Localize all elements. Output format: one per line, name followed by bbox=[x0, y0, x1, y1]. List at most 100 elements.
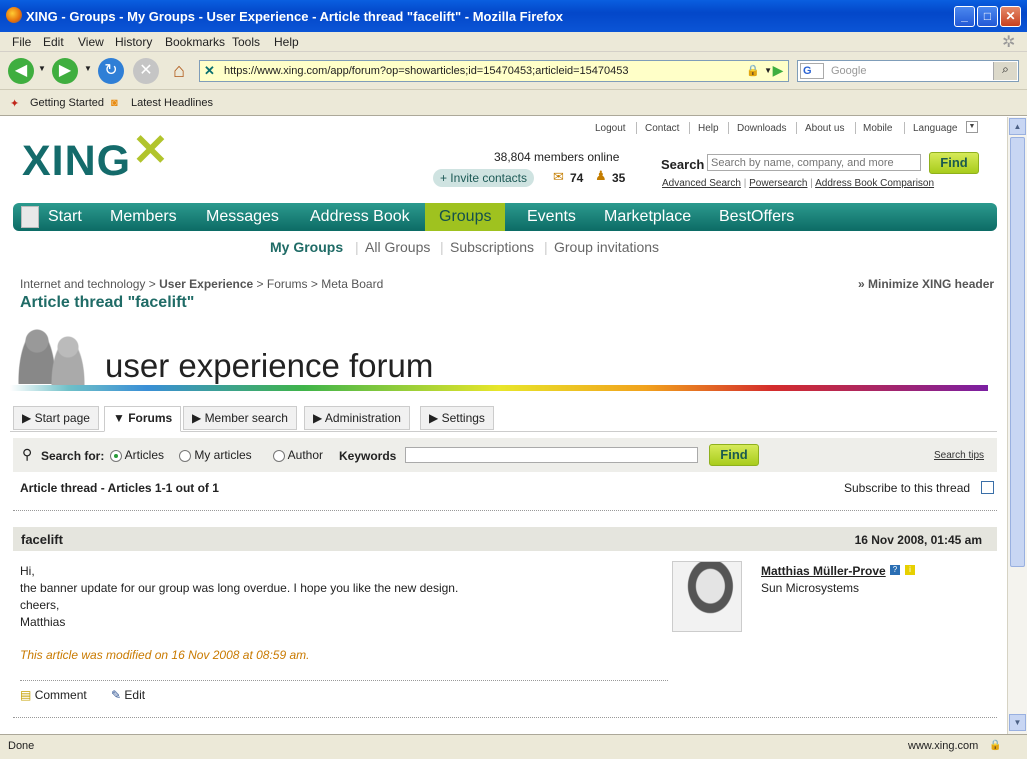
stop-button[interactable]: ✕ bbox=[133, 58, 159, 84]
nav-bestoffers[interactable]: BestOffers bbox=[719, 208, 794, 226]
forum-find-button[interactable]: Find bbox=[709, 444, 759, 466]
nav-messages[interactable]: Messages bbox=[206, 208, 279, 226]
search-option-author[interactable]: Author bbox=[273, 448, 323, 462]
menu-view[interactable]: View bbox=[78, 35, 104, 49]
back-button[interactable]: ◀ bbox=[8, 58, 34, 84]
menu-bookmarks[interactable]: Bookmarks bbox=[165, 35, 225, 49]
user-avatar[interactable] bbox=[21, 206, 39, 228]
members-online: 38,804 members online bbox=[494, 150, 620, 164]
article-header: facelift 16 Nov 2008, 01:45 am bbox=[13, 527, 997, 551]
minimize-button[interactable]: _ bbox=[954, 6, 975, 27]
back-history-dropdown-icon[interactable]: ▼ bbox=[38, 64, 46, 73]
language-dropdown-icon[interactable]: ▼ bbox=[966, 121, 978, 133]
article-line: cheers, bbox=[20, 598, 60, 612]
messages-icon[interactable]: ✉ bbox=[553, 169, 564, 185]
keywords-label: Keywords bbox=[339, 449, 397, 463]
author-radio[interactable] bbox=[273, 449, 285, 462]
xing-logo[interactable]: XING ✕ bbox=[22, 126, 169, 186]
invite-contacts-button[interactable]: + Invite contacts bbox=[433, 169, 534, 187]
vertical-scrollbar[interactable]: ▲ ▼ bbox=[1007, 117, 1027, 734]
site-favicon-icon: ✕ bbox=[204, 63, 215, 78]
forum-search-bar: ⚲ Search for: Articles My articles Autho… bbox=[13, 438, 997, 472]
breadcrumb-forums[interactable]: Forums bbox=[267, 277, 308, 291]
tab-forums[interactable]: ▼ Forums bbox=[104, 406, 182, 432]
subnav-group-invitations[interactable]: Group invitations bbox=[554, 239, 659, 255]
downloads-link[interactable]: Downloads bbox=[737, 123, 786, 134]
tab-administration[interactable]: ▶ Administration bbox=[304, 406, 410, 430]
search-icon[interactable]: ⌕ bbox=[993, 62, 1017, 80]
rss-feed-icon: ◙ bbox=[111, 97, 118, 109]
go-button[interactable]: ▶ bbox=[767, 62, 789, 81]
author-avatar[interactable] bbox=[672, 561, 742, 632]
article-date: 16 Nov 2008, 01:45 am bbox=[854, 533, 982, 547]
powersearch-link[interactable]: Powersearch bbox=[749, 178, 807, 189]
close-button[interactable]: ✕ bbox=[1000, 6, 1021, 27]
scroll-thumb[interactable] bbox=[1010, 137, 1025, 567]
keywords-input[interactable] bbox=[405, 447, 698, 463]
search-option-my-articles[interactable]: My articles bbox=[179, 448, 252, 462]
browser-search-box[interactable]: G Google ⌕ bbox=[797, 60, 1019, 82]
nav-start[interactable]: Start bbox=[48, 208, 82, 226]
breadcrumb-user-experience[interactable]: User Experience bbox=[159, 277, 253, 291]
nav-address-book[interactable]: Address Book bbox=[310, 208, 410, 226]
about-us-link[interactable]: About us bbox=[805, 123, 844, 134]
minimize-header-link[interactable]: » Minimize XING header bbox=[858, 277, 994, 291]
breadcrumb-internet-and-technology[interactable]: Internet and technology bbox=[20, 277, 145, 291]
contact-requests-count[interactable]: 35 bbox=[612, 171, 625, 185]
contact-requests-icon[interactable]: ♟ bbox=[595, 168, 607, 184]
subnav-my-groups[interactable]: My Groups bbox=[270, 239, 343, 255]
search-links: Advanced Search | Powersearch | Address … bbox=[662, 178, 935, 189]
search-tips-link[interactable]: Search tips bbox=[934, 450, 984, 461]
advanced-search-link[interactable]: Advanced Search bbox=[662, 178, 741, 189]
tab-settings[interactable]: ▶ Settings bbox=[420, 406, 494, 430]
messages-count[interactable]: 74 bbox=[570, 171, 583, 185]
help-link[interactable]: Help bbox=[698, 123, 719, 134]
reload-button[interactable]: ↻ bbox=[98, 58, 124, 84]
maximize-button[interactable]: □ bbox=[977, 6, 998, 27]
logout-link[interactable]: Logout bbox=[595, 123, 626, 134]
article-body: Hi, the banner update for our group was … bbox=[20, 563, 458, 631]
article-line: Matthias bbox=[20, 615, 66, 629]
comment-action[interactable]: ▤ Comment bbox=[20, 688, 87, 702]
subnav-all-groups[interactable]: All Groups bbox=[365, 239, 430, 255]
subnav-subscriptions[interactable]: Subscriptions bbox=[450, 239, 534, 255]
home-button[interactable]: ⌂ bbox=[166, 58, 192, 84]
menu-help[interactable]: Help bbox=[274, 35, 299, 49]
bookmark-getting-started[interactable]: Getting Started bbox=[30, 97, 104, 109]
search-option-articles[interactable]: Articles bbox=[110, 448, 164, 462]
tab-member-search[interactable]: ▶ Member search bbox=[183, 406, 297, 430]
menu-tools[interactable]: Tools bbox=[232, 35, 260, 49]
window-title: XING - Groups - My Groups - User Experie… bbox=[26, 9, 564, 24]
subscribe-checkbox[interactable] bbox=[981, 481, 994, 494]
forward-button[interactable]: ▶ bbox=[52, 58, 78, 84]
mobile-link[interactable]: Mobile bbox=[863, 123, 892, 134]
tab-administration-label: Administration bbox=[324, 411, 401, 425]
language-link[interactable]: Language bbox=[913, 123, 958, 134]
nav-groups[interactable]: Groups bbox=[425, 203, 506, 231]
nav-events[interactable]: Events bbox=[527, 208, 576, 226]
breadcrumb-meta-board[interactable]: Meta Board bbox=[321, 277, 383, 291]
menu-history[interactable]: History bbox=[115, 35, 152, 49]
menu-edit[interactable]: Edit bbox=[43, 35, 64, 49]
scroll-up-arrow-icon[interactable]: ▲ bbox=[1009, 118, 1026, 135]
nav-members[interactable]: Members bbox=[110, 208, 177, 226]
article-title: facelift bbox=[21, 532, 63, 547]
header-find-button[interactable]: Find bbox=[929, 152, 979, 174]
my-articles-radio[interactable] bbox=[179, 449, 191, 462]
address-bar[interactable]: ✕ https://www.xing.com/app/forum?op=show… bbox=[199, 60, 789, 82]
articles-radio[interactable] bbox=[110, 449, 122, 462]
getting-started-icon: ✦ bbox=[10, 98, 20, 110]
author-name-link[interactable]: Matthias Müller-Prove bbox=[761, 564, 886, 578]
menu-file[interactable]: File bbox=[12, 35, 31, 49]
header-search-input[interactable] bbox=[707, 154, 921, 171]
contact-link[interactable]: Contact bbox=[645, 123, 679, 134]
scroll-down-arrow-icon[interactable]: ▼ bbox=[1009, 714, 1026, 731]
bookmark-latest-headlines[interactable]: Latest Headlines bbox=[131, 97, 213, 109]
nav-marketplace[interactable]: Marketplace bbox=[604, 208, 691, 226]
firefox-icon bbox=[6, 7, 22, 23]
forward-history-dropdown-icon[interactable]: ▼ bbox=[84, 64, 92, 73]
address-book-comparison-link[interactable]: Address Book Comparison bbox=[815, 178, 934, 189]
edit-action[interactable]: ✎ Edit bbox=[111, 688, 145, 702]
tab-start-page[interactable]: ▶ Start page bbox=[13, 406, 99, 430]
search-engine-icon[interactable]: G bbox=[800, 63, 824, 79]
